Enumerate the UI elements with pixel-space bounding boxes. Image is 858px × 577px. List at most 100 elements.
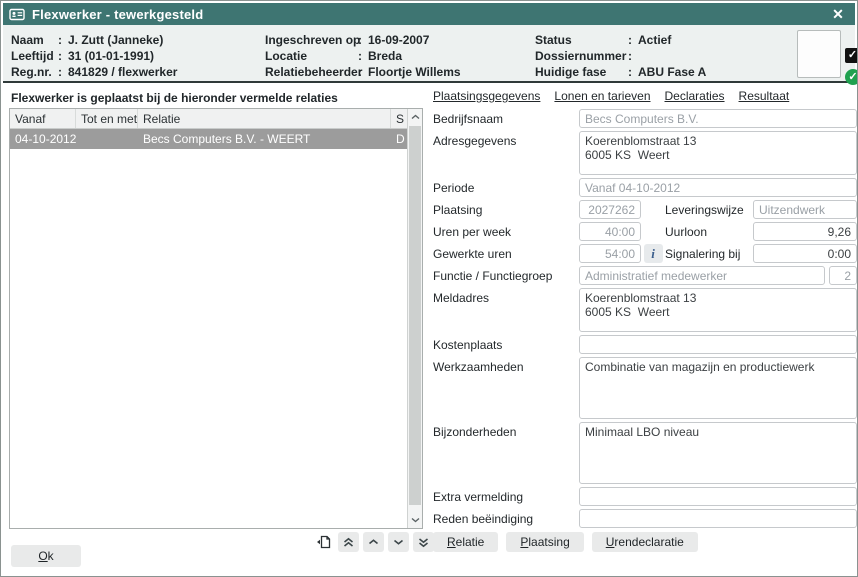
field-label: Dossiernummer: [535, 48, 628, 64]
leveringswijze-field: [753, 200, 857, 219]
relation-manager-value: Floortje Willems: [368, 64, 461, 80]
scrollbar-thumb[interactable]: [409, 126, 421, 505]
location-value: Breda: [368, 48, 402, 64]
signalering-bij-field[interactable]: [753, 244, 857, 263]
photo-placeholder: [797, 30, 841, 78]
field-label: Locatie: [265, 48, 358, 64]
checkbox-checked[interactable]: ✓: [845, 48, 858, 63]
bijzonderheden-label: Bijzonderheden: [433, 422, 579, 439]
header-column-2: Ingeschreven op:16-09-2007 Locatie:Breda…: [265, 32, 461, 80]
chevron-up-icon: [368, 538, 379, 546]
header-column-1: Naam:J. Zutt (Janneke) Leeftijd:31 (01-0…: [11, 32, 177, 80]
field-label: Leeftijd: [11, 48, 58, 64]
field-label: Status: [535, 32, 628, 48]
cell-status: D: [391, 129, 407, 149]
person-header: Naam:J. Zutt (Janneke) Leeftijd:31 (01-0…: [3, 25, 855, 83]
werkzaamheden-field[interactable]: Combinatie van magazijn en productiewerk: [579, 357, 857, 419]
uren-per-week-field: [579, 222, 641, 241]
window-title: Flexwerker - tewerkgesteld: [32, 7, 827, 22]
extra-vermelding-field[interactable]: [579, 487, 857, 506]
detail-tabs: Plaatsingsgegevens Lonen en tarieven Dec…: [433, 89, 857, 103]
functiegroep-field: [829, 266, 857, 285]
meldadres-label: Meldadres: [433, 288, 579, 305]
cell-relatie: Becs Computers B.V. - WEERT: [138, 129, 391, 149]
kostenplaats-label: Kostenplaats: [433, 335, 579, 352]
periode-label: Periode: [433, 178, 579, 195]
phase-value: ABU Fase A: [638, 64, 706, 80]
regnr-value: 841829 / flexwerker: [68, 64, 177, 80]
tab-declaraties[interactable]: Declaraties: [665, 89, 725, 103]
tab-lonen-en-tarieven[interactable]: Lonen en tarieven: [554, 89, 650, 103]
action-bar: Relatie Plaatsing Urendeclaratie: [433, 532, 698, 552]
table-scrollbar[interactable]: [407, 109, 422, 528]
field-label: Ingeschreven op: [265, 32, 358, 48]
tab-plaatsingsgegevens[interactable]: Plaatsingsgegevens: [433, 89, 540, 103]
field-label: Huidige fase: [535, 64, 628, 80]
uren-per-week-label: Uren per week: [433, 222, 579, 239]
chevrons-down-icon: [418, 537, 429, 548]
adresgegevens-label: Adresgegevens: [433, 131, 579, 148]
periode-field: [579, 178, 857, 197]
close-icon[interactable]: ✕: [827, 5, 849, 23]
age-value: 31 (01-01-1991): [68, 48, 154, 64]
relatie-button[interactable]: Relatie: [433, 532, 498, 552]
bedrijfsnaam-label: Bedrijfsnaam: [433, 109, 579, 126]
cell-tot-en-met: [76, 129, 138, 149]
status-value: Actief: [638, 32, 671, 48]
placements-caption: Flexwerker is geplaatst bij de hieronder…: [11, 91, 338, 105]
plaatsing-label: Plaatsing: [433, 200, 579, 217]
flexworker-window: Flexwerker - tewerkgesteld ✕ Naam:J. Zut…: [0, 0, 858, 577]
leveringswijze-label: Leveringswijze: [665, 200, 753, 217]
signalering-bij-label: Signalering bij: [665, 244, 753, 261]
field-label: Relatiebeheerder: [265, 64, 358, 80]
name-value: J. Zutt (Janneke): [68, 32, 163, 48]
column-header-s: S: [391, 109, 407, 128]
document-arrow-icon: [316, 535, 331, 549]
table-row[interactable]: 04-10-2012 Becs Computers B.V. - WEERT D: [10, 129, 422, 149]
werkzaamheden-label: Werkzaamheden: [433, 357, 579, 374]
info-icon[interactable]: i: [644, 244, 663, 263]
uurloon-field[interactable]: [753, 222, 857, 241]
status-ok-icon: ✓: [845, 69, 858, 85]
placement-detail-panel: Plaatsingsgegevens Lonen en tarieven Dec…: [433, 89, 857, 531]
column-header-vanaf: Vanaf: [10, 109, 76, 128]
registered-date-value: 16-09-2007: [368, 32, 429, 48]
insert-record-button[interactable]: [313, 532, 334, 552]
last-record-button[interactable]: [413, 532, 434, 552]
adresgegevens-field[interactable]: Koerenblomstraat 13 6005 KS Weert: [579, 131, 857, 175]
column-header-relatie: Relatie: [138, 109, 391, 128]
field-label: Naam: [11, 32, 58, 48]
kostenplaats-field[interactable]: [579, 335, 857, 354]
plaatsing-number-field: [579, 200, 641, 219]
record-navigation: [313, 532, 434, 552]
column-header-tot-en-met: Tot en met: [76, 109, 138, 128]
chevrons-up-icon: [343, 537, 354, 548]
table-header-row: Vanaf Tot en met Relatie S: [10, 109, 422, 129]
chevron-down-icon: [393, 538, 404, 546]
cell-vanaf: 04-10-2012: [10, 129, 76, 149]
functie-field: [579, 266, 825, 285]
uurloon-label: Uurloon: [665, 222, 753, 239]
bijzonderheden-field[interactable]: Minimaal LBO niveau: [579, 422, 857, 484]
gewerkte-uren-field: [579, 244, 641, 263]
field-label: Reg.nr.: [11, 64, 58, 80]
meldadres-field[interactable]: Koerenblomstraat 13 6005 KS Weert: [579, 288, 857, 332]
plaatsing-button[interactable]: Plaatsing: [506, 532, 583, 552]
scroll-down-icon[interactable]: [408, 512, 422, 528]
functie-label: Functie / Functiegroep: [433, 266, 579, 283]
reden-beeindiging-field[interactable]: [579, 509, 857, 528]
gewerkte-uren-label: Gewerkte uren: [433, 244, 579, 261]
urendeclaratie-button[interactable]: Urendeclaratie: [592, 532, 698, 552]
reden-beeindiging-label: Reden beëindiging: [433, 509, 579, 526]
next-record-button[interactable]: [388, 532, 409, 552]
extra-vermelding-label: Extra vermelding: [433, 487, 579, 504]
id-card-icon: [9, 8, 25, 21]
first-record-button[interactable]: [338, 532, 359, 552]
ok-button[interactable]: Ok: [11, 545, 81, 567]
titlebar: Flexwerker - tewerkgesteld ✕: [3, 3, 855, 25]
tab-resultaat[interactable]: Resultaat: [739, 89, 790, 103]
previous-record-button[interactable]: [363, 532, 384, 552]
scroll-up-icon[interactable]: [408, 109, 422, 125]
header-column-3: Status:Actief Dossiernummer: Huidige fas…: [535, 32, 706, 80]
placements-table: Vanaf Tot en met Relatie S 04-10-2012 Be…: [9, 108, 423, 529]
